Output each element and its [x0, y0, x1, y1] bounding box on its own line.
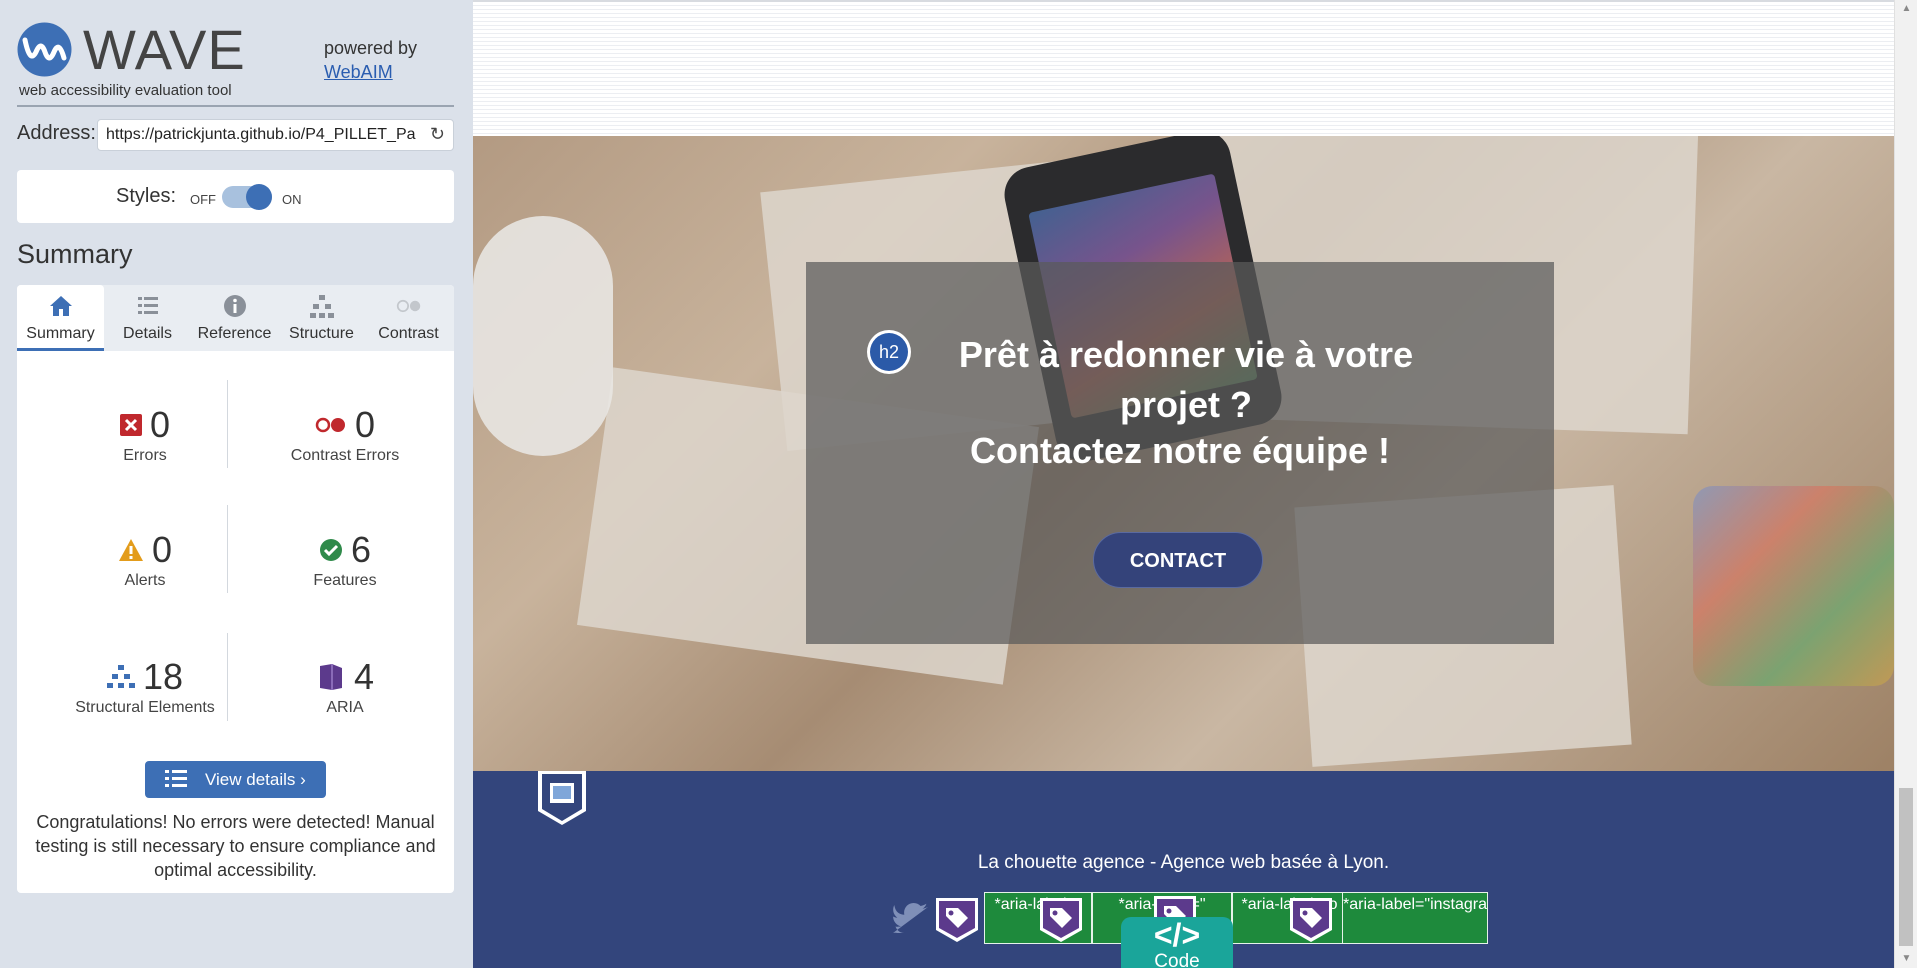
wave-logo-subtitle: web accessibility evaluation tool — [19, 82, 232, 99]
contrast-icon — [396, 299, 420, 313]
code-toggle-button[interactable]: </> Code — [1121, 917, 1233, 968]
page-footer: La chouette agence - Agence web basée à … — [473, 771, 1894, 968]
page-scrollbar[interactable]: ▲ ▼ — [1894, 0, 1917, 968]
aria-tag-icon[interactable] — [1038, 896, 1084, 944]
aria-label: ARIA — [326, 699, 364, 716]
styles-label: Styles: — [116, 185, 177, 207]
hero-subheading: Contactez notre équipe ! — [969, 430, 1391, 471]
features-count: 6 — [350, 529, 372, 570]
address-label: Address: — [17, 122, 96, 144]
stat-contrast-errors[interactable]: 0 Contrast Errors — [245, 404, 445, 465]
contrast-errors-count: 0 — [354, 404, 376, 445]
styles-card: Styles: OFF ON — [17, 170, 454, 223]
wave-logo-icon — [17, 22, 72, 77]
info-icon — [223, 295, 246, 317]
wave-logo[interactable]: WAVE web accessibility evaluation tool p… — [17, 20, 454, 102]
toggle-knob[interactable] — [246, 184, 272, 210]
tab-details[interactable]: Details — [104, 285, 191, 351]
evaluated-page: h2 Prêt à redonner vie à votre projet ? … — [473, 0, 1894, 968]
address-value[interactable]: https://patrickjunta.github.io/P4_PILLET… — [106, 126, 421, 144]
contrast-error-icon — [315, 417, 345, 433]
hero-photo-mouse — [473, 216, 613, 456]
divider — [227, 505, 228, 593]
styles-off-label: OFF — [190, 192, 216, 207]
home-icon — [49, 296, 72, 316]
styles-on-label: ON — [282, 192, 302, 207]
list-icon — [137, 297, 158, 314]
structural-label: Structural Elements — [75, 699, 215, 716]
hierarchy-icon — [309, 295, 334, 318]
stat-errors[interactable]: 0 Errors — [45, 404, 245, 465]
tab-structure[interactable]: Structure — [278, 285, 365, 351]
features-label: Features — [313, 572, 377, 589]
wave-logo-text: WAVE — [83, 18, 246, 81]
stat-structural[interactable]: 18 Structural Elements — [45, 656, 245, 717]
hero-heading: Prêt à redonner vie à votre projet ? — [958, 334, 1414, 425]
hero-section: h2 Prêt à redonner vie à votre projet ? … — [473, 136, 1894, 771]
scrollbar-thumb[interactable] — [1899, 788, 1913, 946]
address-input[interactable]: https://patrickjunta.github.io/P4_PILLET… — [97, 119, 454, 151]
tab-reference[interactable]: Reference — [191, 285, 278, 351]
structure-icon — [106, 665, 135, 688]
aria-tag-icon[interactable] — [1288, 896, 1334, 944]
tab-label: Details — [123, 325, 172, 342]
congrats-message: Congratulations! No errors were detected… — [35, 812, 436, 880]
feature-check-icon — [319, 539, 342, 561]
divider — [227, 380, 228, 468]
tab-summary[interactable]: Summary — [17, 285, 104, 351]
divider — [227, 633, 228, 721]
twitter-icon[interactable] — [893, 903, 929, 933]
summary-panel: Summary Details Reference Structure Cont… — [17, 285, 454, 893]
view-details-label: View details › — [205, 770, 306, 789]
errors-count: 0 — [149, 404, 171, 445]
aria-count: 4 — [353, 656, 375, 697]
stat-aria[interactable]: 4 ARIA — [245, 656, 445, 717]
summary-heading: Summary — [17, 239, 133, 269]
scroll-down-arrow-icon[interactable]: ▼ — [1895, 950, 1917, 968]
stat-alerts[interactable]: 0 Alerts — [45, 529, 245, 590]
alerts-label: Alerts — [124, 572, 166, 589]
footer-text: La chouette agence - Agence web basée à … — [977, 852, 1390, 873]
view-details-button[interactable]: View details › — [145, 761, 326, 798]
powered-by-text: powered by — [324, 38, 418, 58]
wave-footer-landmark-icon[interactable] — [536, 771, 588, 826]
tab-label: Reference — [197, 325, 272, 342]
alert-icon — [118, 539, 143, 561]
contact-button[interactable]: CONTACT — [1093, 532, 1263, 588]
stat-features[interactable]: 6 Features — [245, 529, 445, 590]
code-icon: </> — [1153, 917, 1201, 953]
hero-photo-pencils — [1693, 486, 1894, 686]
styles-toggle[interactable] — [222, 184, 272, 210]
aria-cube-icon — [319, 664, 342, 690]
hero-overlay: h2 Prêt à redonner vie à votre projet ? … — [806, 262, 1554, 644]
code-label: Code — [1154, 951, 1200, 968]
tab-contrast[interactable]: Contrast — [365, 285, 452, 351]
tab-bar: Summary Details Reference Structure Cont… — [17, 285, 454, 351]
scroll-up-arrow-icon[interactable]: ▲ — [1895, 0, 1917, 18]
contrast-errors-label: Contrast Errors — [290, 447, 400, 464]
tab-label: Contrast — [378, 325, 439, 342]
webaim-link[interactable]: WebAIM — [324, 62, 393, 83]
tab-label: Structure — [289, 325, 354, 342]
alerts-count: 0 — [151, 529, 173, 570]
aria-label-badge: *aria-label="instagram"* — [1342, 892, 1488, 944]
error-icon — [119, 414, 142, 436]
wave-sidebar: WAVE web accessibility evaluation tool p… — [0, 0, 473, 968]
h2-badge-label: h2 — [870, 333, 908, 371]
aria-tag-icon[interactable] — [934, 896, 980, 944]
wave-h2-badge-icon[interactable]: h2 — [867, 330, 911, 374]
divider — [17, 105, 454, 107]
reload-icon[interactable]: ↻ — [430, 124, 445, 145]
list-icon — [165, 770, 187, 787]
tab-label: Summary — [26, 325, 95, 342]
errors-label: Errors — [123, 447, 167, 464]
structural-count: 18 — [142, 656, 184, 697]
page-top-section — [473, 0, 1894, 136]
